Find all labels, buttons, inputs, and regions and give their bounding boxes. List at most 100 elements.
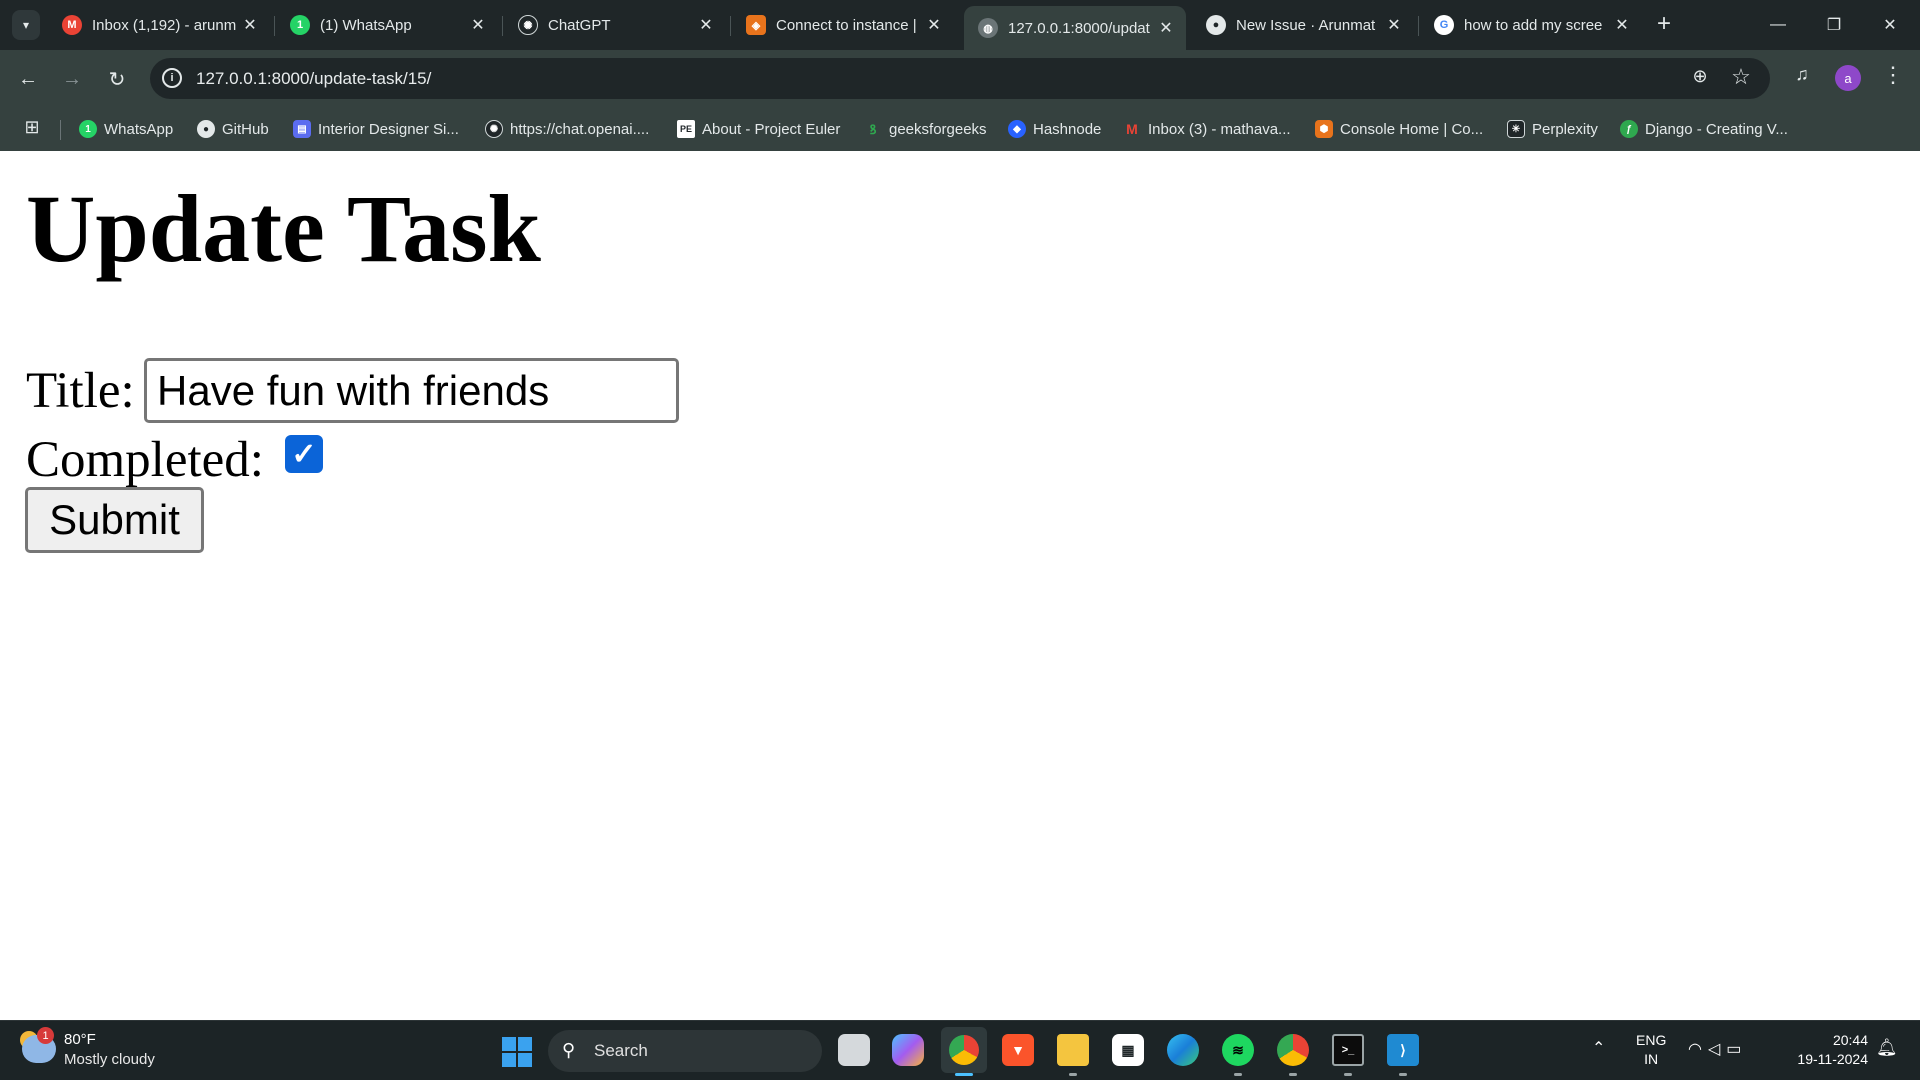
running-indicator [1069, 1073, 1077, 1076]
vscode-icon[interactable]: ⟩ [1387, 1034, 1419, 1066]
bookmark-hashnode[interactable]: ◆ Hashnode [1008, 116, 1101, 142]
tab-title: ChatGPT [548, 16, 611, 34]
running-indicator [955, 1073, 973, 1076]
spotify-icon[interactable]: ≋ [1222, 1034, 1254, 1066]
running-indicator [1289, 1073, 1297, 1076]
task-view-icon[interactable] [838, 1034, 870, 1066]
url-text[interactable]: 127.0.0.1:8000/update-task/15/ [196, 69, 431, 89]
brave-icon[interactable]: ▼ [1002, 1034, 1034, 1066]
tab-title: 127.0.0.1:8000/updat [1008, 19, 1150, 37]
bookmark-label: geeksforgeeks [889, 120, 987, 138]
show-hidden-icons-chevron-icon[interactable]: ⌃ [1592, 1038, 1605, 1058]
bookmark-star-icon[interactable]: ☆ [1728, 64, 1754, 90]
bookmark-label: Perplexity [1532, 120, 1598, 138]
designer-icon: ▤ [293, 120, 311, 138]
close-tab-icon[interactable]: ✕ [1384, 15, 1404, 35]
bookmark-project-euler[interactable]: PE About - Project Euler [677, 116, 840, 142]
bookmark-github[interactable]: ● GitHub [197, 116, 269, 142]
submit-button[interactable]: Submit [25, 487, 204, 553]
close-tab-icon[interactable]: ✕ [468, 15, 488, 35]
whatsapp-icon: 1 [79, 120, 97, 138]
address-bar[interactable]: i 127.0.0.1:8000/update-task/15/ ⊕ ☆ [150, 58, 1770, 99]
gmail-icon: M [1126, 121, 1138, 137]
close-window-icon[interactable]: ✕ [1862, 0, 1918, 50]
weather-description: Mostly cloudy [64, 1051, 155, 1068]
wifi-icon: ◠ [1688, 1041, 1708, 1058]
tab-update-task[interactable]: ◍ 127.0.0.1:8000/updat ✕ [964, 6, 1186, 50]
close-tab-icon[interactable]: ✕ [696, 15, 716, 35]
running-indicator [1344, 1073, 1352, 1076]
clock[interactable]: 20:44 19-11-2024 [1788, 1031, 1868, 1069]
new-tab-plus-icon[interactable]: + [1650, 10, 1678, 40]
profile-avatar[interactable]: a [1835, 65, 1861, 91]
apps-grid-icon[interactable]: ⊞ [20, 117, 44, 141]
close-tab-icon[interactable]: ✕ [240, 15, 260, 35]
tab-whatsapp[interactable]: 1 (1) WhatsApp ✕ [276, 6, 498, 44]
tab-connect-instance[interactable]: ◈ Connect to instance | ✕ [732, 6, 954, 44]
notification-bell-icon[interactable]: 🔔︎ [1876, 1038, 1898, 1058]
chrome-profile-icon[interactable] [1277, 1034, 1309, 1066]
tab-google-search[interactable]: G how to add my scree ✕ [1420, 6, 1642, 44]
windows-start-icon[interactable] [502, 1037, 532, 1067]
chatgpt-icon: ✺ [518, 15, 538, 35]
site-info-icon[interactable]: i [162, 68, 182, 88]
github-icon: ● [1206, 15, 1226, 35]
tab-github-new-issue[interactable]: ● New Issue · Arunmat ✕ [1192, 6, 1414, 44]
bookmark-label: WhatsApp [104, 120, 174, 138]
tab-separator [502, 16, 503, 36]
tab-chatgpt[interactable]: ✺ ChatGPT ✕ [504, 6, 726, 44]
running-indicator [1399, 1073, 1407, 1076]
tab-strip: ▾ M Inbox (1,192) - arunm ✕ 1 (1) WhatsA… [0, 0, 1920, 50]
close-tab-icon[interactable]: ✕ [924, 15, 944, 35]
region-code: IN [1644, 1051, 1659, 1067]
bookmark-aws-console[interactable]: ⬢ Console Home | Co... [1315, 116, 1483, 142]
zoom-icon[interactable]: ⊕ [1688, 66, 1712, 90]
chrome-active-app[interactable] [941, 1027, 987, 1073]
hashnode-icon: ◆ [1008, 120, 1026, 138]
tab-search-chevron-icon[interactable]: ▾ [12, 10, 40, 40]
chatgpt-icon: ✺ [485, 120, 503, 138]
copilot-icon[interactable] [892, 1034, 924, 1066]
minimize-icon[interactable]: — [1750, 0, 1806, 50]
title-input[interactable] [144, 358, 679, 423]
geeksforgeeks-icon: ꝸ [869, 122, 877, 137]
system-tray-icons[interactable]: ◠◁▭ [1688, 1039, 1747, 1059]
microsoft-store-icon[interactable]: ▦ [1112, 1034, 1144, 1066]
bookmark-django[interactable]: ƒ Django - Creating V... [1620, 116, 1788, 142]
windows-taskbar: 1 80°F Mostly cloudy ⚲ Search ▼ ▦ ≋ >_ ⟩… [0, 1020, 1920, 1080]
forward-arrow-icon[interactable]: → [56, 63, 88, 95]
tab-separator [1418, 16, 1419, 36]
bookmark-perplexity[interactable]: ✳ Perplexity [1507, 116, 1598, 142]
file-explorer-icon[interactable] [1057, 1034, 1089, 1066]
media-controls-icon[interactable]: ♫ [1788, 64, 1816, 92]
restore-icon[interactable]: ❐ [1806, 0, 1862, 50]
browser-toolbar: ← → ↻ i 127.0.0.1:8000/update-task/15/ ⊕… [0, 50, 1920, 107]
completed-checkbox[interactable]: ✓ [285, 435, 323, 473]
tab-title: Connect to instance | [776, 16, 917, 34]
tab-separator [730, 16, 731, 36]
close-tab-icon[interactable]: ✕ [1156, 18, 1176, 38]
tab-title: New Issue · Arunmat [1236, 16, 1376, 34]
tab-title: how to add my scree [1464, 16, 1603, 34]
terminal-icon[interactable]: >_ [1332, 1034, 1364, 1066]
close-tab-icon[interactable]: ✕ [1612, 15, 1632, 35]
back-arrow-icon[interactable]: ← [12, 63, 44, 95]
bookmark-label: Inbox (3) - mathava... [1148, 120, 1291, 138]
taskbar-search-box[interactable]: ⚲ Search [548, 1030, 822, 1072]
tab-gmail[interactable]: M Inbox (1,192) - arunm ✕ [48, 6, 270, 44]
bookmark-geeksforgeeks[interactable]: ꝸ geeksforgeeks [864, 116, 987, 142]
more-menu-icon[interactable]: ⋮ [1880, 62, 1906, 92]
checkmark-icon: ✓ [291, 437, 317, 471]
battery-icon: ▭ [1726, 1041, 1748, 1058]
search-icon: ⚲ [562, 1040, 576, 1060]
edge-icon[interactable] [1167, 1034, 1199, 1066]
bookmark-label: Console Home | Co... [1340, 120, 1484, 138]
reload-icon[interactable]: ↻ [101, 63, 133, 95]
aws-icon: ◈ [746, 15, 766, 35]
bookmark-inbox-mathava[interactable]: M Inbox (3) - mathava... [1123, 116, 1291, 142]
bookmark-whatsapp[interactable]: 1 WhatsApp [79, 116, 173, 142]
bookmark-interior-designer[interactable]: ▤ Interior Designer Si... [293, 116, 459, 142]
input-language-indicator[interactable]: ENG IN [1636, 1031, 1666, 1069]
perplexity-icon: ✳ [1507, 120, 1525, 138]
bookmark-chat-openai[interactable]: ✺ https://chat.openai.... [485, 116, 649, 142]
